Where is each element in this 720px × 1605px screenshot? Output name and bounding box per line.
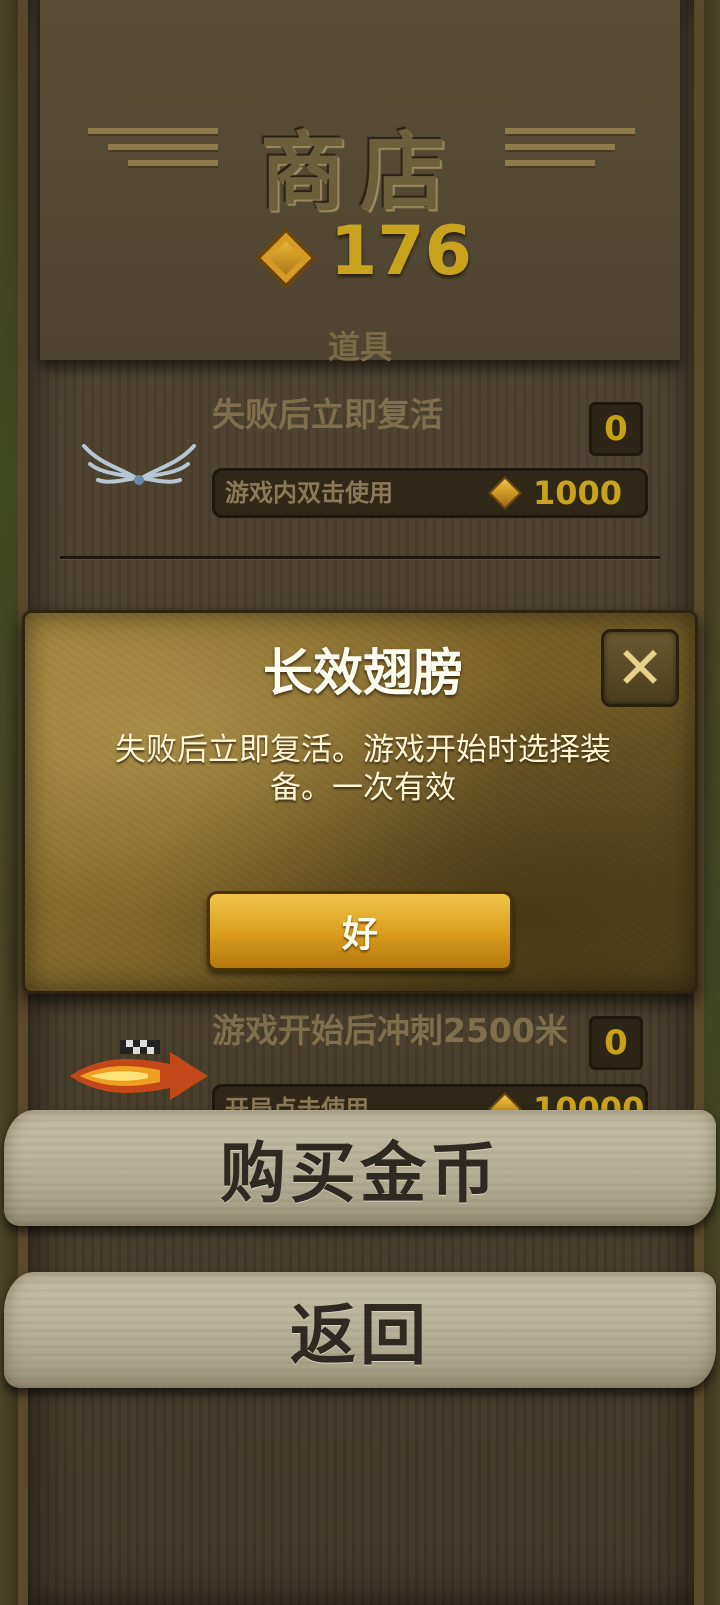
wings-icon [82,444,196,485]
page-title: 商店 [260,123,460,223]
boost-icon [70,1040,208,1100]
close-icon: ✕ [615,634,665,702]
ok-button[interactable]: 好 [207,891,513,971]
price-gem-icon [488,476,522,510]
item-count: 0 [589,402,643,456]
buy-coins-button[interactable]: 购买金币 [4,1110,716,1226]
coin-balance: 176 [330,212,472,291]
section-label: 道具 [327,328,392,366]
item-count: 0 [589,1016,643,1070]
item-info-dialog: 长效翅膀 ✕ 失败后立即复活。游戏开始时选择装备。一次有效 好 [22,610,698,994]
item-usage: 游戏内双击使用 [225,479,393,507]
dialog-description: 失败后立即复活。游戏开始时选择装备。一次有效 [115,732,611,806]
item-title: 游戏开始后冲刺2500米 [212,1011,568,1050]
close-button[interactable]: ✕ [601,629,679,707]
back-button[interactable]: 返回 [4,1272,716,1388]
item-price: 1000 [533,474,623,512]
item-title: 失败后立即复活 [212,395,443,434]
item-buy-bar[interactable]: 游戏内双击使用 1000 [212,468,648,518]
item-divider [60,556,660,559]
dialog-title: 长效翅膀 [263,644,463,702]
